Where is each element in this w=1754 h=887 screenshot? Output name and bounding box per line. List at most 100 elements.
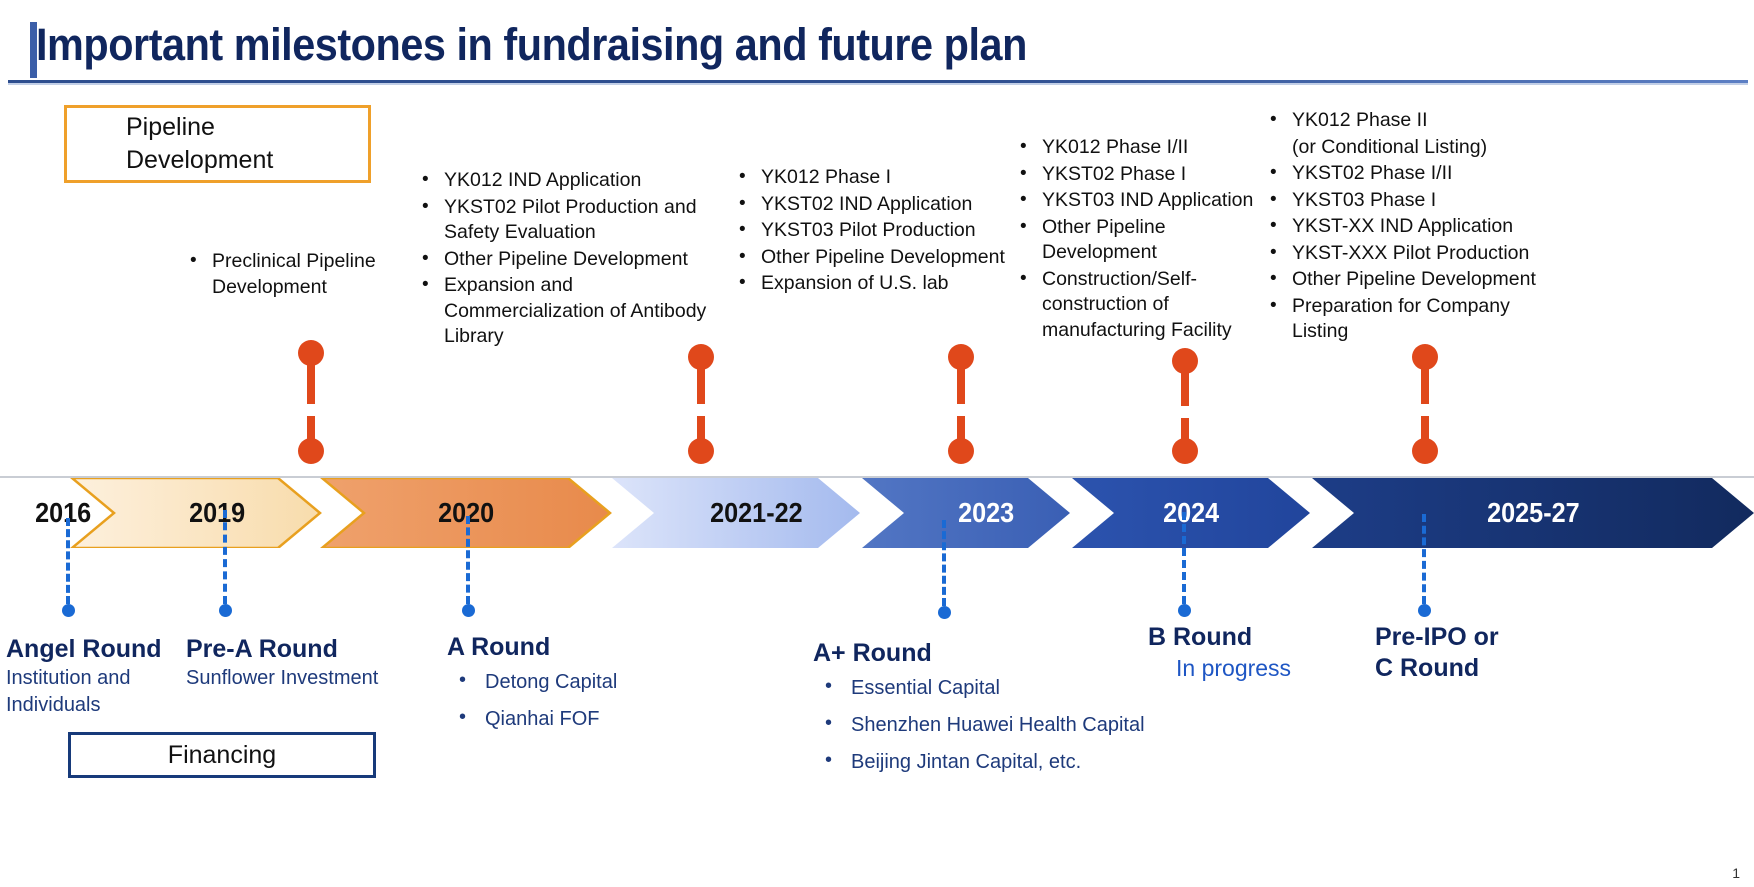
chevron-label-2021-22[interactable]: 2021-22 — [654, 478, 858, 548]
financing-dropper-a — [462, 516, 475, 618]
title-divider-secondary — [8, 83, 1748, 85]
pipeline-label-line1: Pipeline — [126, 113, 215, 141]
pipeline-column-2021-22: YK012 Phase I YKST02 IND Application YKS… — [737, 164, 1012, 298]
list-item: YK012 IND Application — [420, 167, 736, 194]
connector-dot-bottom — [1412, 438, 1438, 464]
pipeline-column-2023: YK012 Phase I/II YKST02 Phase I YKST03 I… — [1018, 134, 1268, 344]
connector-stem-lower — [697, 416, 705, 440]
pipeline-connector-2019 — [298, 340, 324, 476]
pipeline-column-2025-27: YK012 Phase II (or Conditional Listing) … — [1268, 107, 1548, 346]
list-item: YKST02 Phase I — [1018, 161, 1268, 188]
financing-label-box: Financing — [68, 732, 376, 778]
financing-investor-list: Detong Capital Qianhai FOF — [447, 667, 707, 732]
list-item: Other Pipeline Development — [737, 244, 1012, 271]
chevron-label-2023[interactable]: 2023 — [904, 478, 1068, 548]
list-item: YK012 Phase I — [737, 164, 1012, 191]
financing-round-title: Pre-A Round — [186, 635, 338, 663]
chevron-label-2019[interactable]: 2019 — [114, 478, 320, 548]
pipeline-development-label: Pipeline Development — [126, 111, 273, 177]
pipeline-connector-2023 — [948, 344, 974, 476]
page-number: 1 — [1732, 865, 1740, 881]
dropper-dot — [462, 604, 475, 617]
connector-dot-top — [298, 340, 324, 366]
pipeline-label-line2: Development — [126, 146, 274, 174]
dropper-dot — [219, 604, 232, 617]
list-item: Preparation for Company Listing — [1268, 293, 1548, 345]
financing-round-title: Angel Round — [6, 635, 162, 663]
dropper-line — [466, 516, 470, 604]
dropper-dot — [1178, 604, 1191, 617]
dropper-line — [223, 510, 227, 604]
connector-stem-upper — [957, 368, 965, 404]
page-title: Important milestones in fundraising and … — [36, 19, 1027, 70]
list-item: YKST03 Phase I — [1268, 187, 1548, 214]
list-item: YKST-XX IND Application — [1268, 213, 1548, 240]
financing-dropper-b — [1178, 512, 1191, 618]
list-item: Preclinical Pipeline Development — [188, 248, 398, 300]
list-item: YK012 Phase II — [1268, 107, 1548, 134]
pipeline-bullet-list: YK012 IND Application YKST02 Pilot Produ… — [420, 167, 736, 350]
pipeline-connector-2024 — [1172, 348, 1198, 476]
list-item: YKST03 Pilot Production — [737, 217, 1012, 244]
list-item: Qianhai FOF — [447, 704, 707, 732]
financing-round-angel: Angel Round Institution and Individuals — [6, 634, 186, 719]
pipeline-bullet-list: Preclinical Pipeline Development — [188, 248, 398, 300]
list-item: Expansion and Commercialization of Antib… — [420, 272, 736, 350]
connector-dot-bottom — [948, 438, 974, 464]
connector-stem-lower — [957, 416, 965, 440]
dropper-dot — [62, 604, 75, 617]
list-item: YKST02 IND Application — [737, 191, 1012, 218]
financing-round-title: A Round — [447, 633, 551, 661]
list-item: Detong Capital — [447, 667, 707, 695]
list-item: Other Pipeline Development — [420, 246, 736, 273]
connector-dot-top — [948, 344, 974, 370]
financing-investor-list: Essential Capital Shenzhen Huawei Health… — [813, 673, 1213, 775]
financing-dropper-angel — [62, 518, 75, 618]
list-item: YKST02 Phase I/II — [1268, 160, 1548, 187]
slide-canvas: Important milestones in fundraising and … — [0, 0, 1754, 887]
financing-round-title: B Round — [1148, 623, 1253, 651]
list-item: YKST-XXX Pilot Production — [1268, 240, 1548, 267]
connector-dot-bottom — [688, 438, 714, 464]
pipeline-bullet-list: YK012 Phase I/II YKST02 Phase I YKST03 I… — [1018, 134, 1268, 343]
dropper-line — [942, 520, 946, 606]
chevron-label-2024[interactable]: 2024 — [1114, 478, 1268, 548]
pipeline-connector-2020 — [688, 344, 714, 476]
connector-dot-top — [1412, 344, 1438, 370]
dropper-line — [1422, 514, 1426, 604]
list-item: YK012 Phase I/II — [1018, 134, 1268, 161]
list-item: Beijing Jintan Capital, etc. — [813, 747, 1213, 775]
pipeline-column-2019: Preclinical Pipeline Development — [188, 248, 398, 301]
list-item: YKST03 IND Application — [1018, 187, 1268, 214]
list-item: YKST02 Pilot Production and Safety Evalu… — [420, 194, 736, 246]
connector-stem-upper — [1181, 372, 1189, 406]
connector-dot-bottom — [298, 438, 324, 464]
financing-round-status: In progress — [1176, 655, 1292, 681]
connector-stem-lower — [1181, 418, 1189, 440]
financing-round-b: B Round In progress — [1148, 622, 1368, 683]
connector-dot-top — [1172, 348, 1198, 374]
financing-round-subtitle: Sunflower Investment — [186, 667, 379, 689]
financing-round-title-line1: Pre-IPO or — [1375, 623, 1499, 651]
pipeline-development-label-box: Pipeline Development — [64, 105, 371, 183]
dropper-line — [66, 518, 70, 604]
financing-dropper-a-plus — [938, 520, 951, 620]
connector-dot-top — [688, 344, 714, 370]
financing-round-pre-a: Pre-A Round Sunflower Investment — [186, 634, 416, 692]
financing-round-subtitle: Institution and Individuals — [6, 667, 131, 716]
connector-dot-bottom — [1172, 438, 1198, 464]
list-item: Expansion of U.S. lab — [737, 270, 1012, 297]
pipeline-bullet-list: YK012 Phase II (or Conditional Listing) … — [1268, 107, 1548, 345]
dropper-line — [1182, 512, 1186, 604]
list-item-continuation: (or Conditional Listing) — [1292, 135, 1488, 158]
chevron-label-2025-27[interactable]: 2025-27 — [1354, 478, 1712, 548]
slide-header: Important milestones in fundraising and … — [0, 8, 1754, 85]
connector-stem-lower — [1421, 416, 1429, 440]
list-item: Other Pipeline Development — [1018, 214, 1268, 266]
pipeline-connector-2025-27 — [1412, 344, 1438, 476]
timeline-band: 2016 2019 2020 2021-22 2023 2024 2025-27 — [0, 476, 1754, 548]
list-item: Other Pipeline Development — [1268, 266, 1548, 293]
financing-dropper-pre-a — [219, 510, 232, 618]
financing-dropper-pre-ipo — [1418, 514, 1431, 618]
pipeline-column-2020: YK012 IND Application YKST02 Pilot Produ… — [420, 167, 736, 351]
